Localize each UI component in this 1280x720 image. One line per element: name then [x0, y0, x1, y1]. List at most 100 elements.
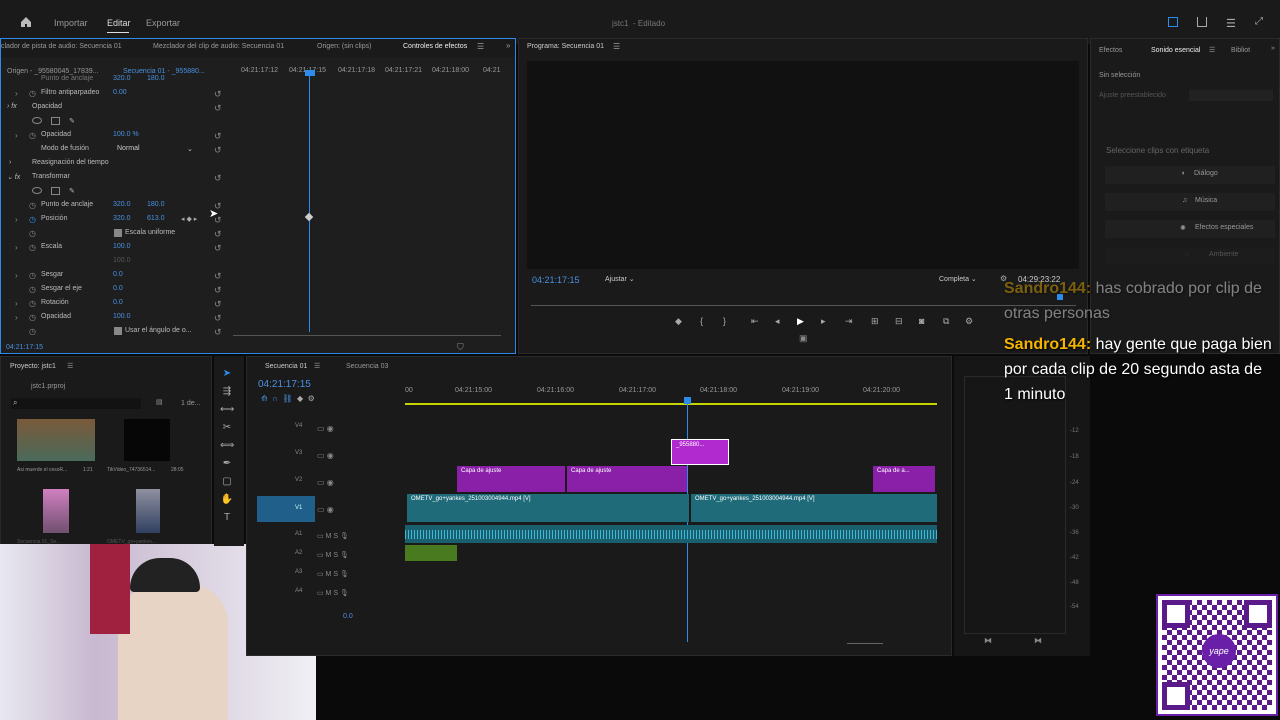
track-a4-label[interactable]: A4 [295, 588, 302, 594]
reset-icon[interactable]: ↺ [214, 89, 222, 100]
prop-val[interactable]: 0.0 [113, 299, 123, 306]
stopwatch-active-icon[interactable]: ◷ [29, 215, 36, 224]
ripple-edit-icon[interactable]: ⟷ [220, 404, 234, 416]
track-v4-label[interactable]: V4 [295, 423, 302, 429]
expand-icon[interactable]: › [15, 313, 18, 322]
stopwatch-icon[interactable]: ◷ [29, 201, 36, 210]
track-select-icon[interactable]: ⇶ [220, 386, 234, 398]
thumb-1[interactable] [17, 419, 95, 461]
razor-icon[interactable]: ✂ [220, 422, 234, 434]
prop-val[interactable]: 320.0 [113, 201, 131, 208]
expand-icon[interactable]: › [9, 159, 11, 166]
stopwatch-icon[interactable]: ◷ [29, 89, 36, 98]
timeline-playhead-handle[interactable] [684, 397, 691, 404]
prop-val[interactable]: 320.0 [113, 75, 131, 82]
program-menu-icon[interactable]: ☰ [613, 42, 620, 51]
tab-source[interactable]: Origen: (sin clips) [317, 43, 371, 50]
pen-icon[interactable]: ✎ [69, 117, 75, 125]
track-a1-label[interactable]: A1 [295, 531, 302, 537]
comparison-icon[interactable]: ⧉ [943, 316, 949, 327]
hand-tool-icon[interactable]: ✋ [220, 494, 234, 506]
a1-toggles[interactable]: ▭ M S 🎙 [317, 527, 349, 546]
v4-toggles[interactable]: ▭ ◉ [317, 415, 334, 442]
efectos-especiales-button[interactable]: ✺ Efectos especiales [1105, 220, 1275, 238]
nav-editar[interactable]: Editar [107, 18, 131, 28]
ec-playhead[interactable] [309, 70, 310, 332]
stopwatch-icon[interactable]: ◷ [29, 327, 36, 336]
pen-icon[interactable]: ✎ [69, 187, 75, 195]
expand-icon[interactable]: › [15, 215, 18, 224]
clip-adjustment-1[interactable]: Capa de ajuste [457, 466, 565, 492]
share-icon[interactable] [1197, 17, 1207, 27]
clip-v1-b[interactable]: OMETV_go+yankes_251003004944.mp4 [V] [691, 494, 937, 522]
prop-val[interactable]: 180.0 [147, 75, 165, 82]
pen-tool-icon[interactable]: ✒ [220, 458, 234, 470]
nav-importar[interactable]: Importar [54, 18, 88, 28]
group-opacidad[interactable]: Opacidad [32, 103, 62, 110]
stopwatch-icon[interactable]: ◷ [29, 313, 36, 322]
tab-efectos[interactable]: Efectos [1099, 47, 1122, 54]
track-v1-target[interactable] [257, 496, 315, 522]
track-v3-label[interactable]: V3 [295, 450, 302, 456]
a2-toggles[interactable]: ▭ M S 🎙 [317, 546, 349, 565]
linked-icon[interactable]: ⛓ [282, 394, 292, 403]
tab-bibliotecas[interactable]: Bibliot [1231, 47, 1250, 54]
solo-right-icon[interactable]: ⧓ [1034, 636, 1042, 645]
prop-val[interactable]: 613.0 [147, 215, 165, 222]
work-area-bar[interactable] [405, 403, 937, 405]
wrench-icon[interactable]: ⚙ [308, 394, 315, 403]
clip-v1-a[interactable]: OMETV_go+yankes_251003004944.mp4 [V] [407, 494, 689, 522]
reset-icon[interactable]: ↺ [214, 271, 222, 282]
type-tool-icon[interactable]: T [220, 512, 234, 524]
expand-icon[interactable]: › [15, 243, 18, 252]
go-to-out-icon[interactable]: ⇥ [845, 316, 853, 327]
clip-adjustment-3[interactable]: Capa de a... [873, 466, 935, 492]
reset-icon[interactable]: ↺ [214, 173, 222, 184]
source-clip-label[interactable]: Origen - _95580045_17839... [7, 68, 98, 75]
v1-toggles[interactable]: ▭ ◉ [317, 496, 334, 523]
quick-export-icon[interactable] [1168, 17, 1178, 27]
selection-tool-icon[interactable]: ➤ [220, 368, 234, 380]
program-scrubber[interactable] [531, 305, 1076, 306]
project-title[interactable]: Proyecto: jstc1 [10, 363, 56, 370]
expand-icon[interactable]: » [506, 41, 510, 50]
master-volume[interactable]: 0.0 [343, 613, 353, 620]
ec-playhead-handle[interactable] [305, 70, 315, 76]
timeline-ruler[interactable]: 00 04:21:15:00 04:21:16:00 04:21:17:00 0… [405, 383, 937, 405]
tab-menu-icon[interactable]: ☰ [477, 42, 484, 51]
tab-effect-controls[interactable]: Controles de efectos [403, 43, 467, 50]
snap-icon[interactable]: ∩ [272, 394, 278, 403]
checkbox-usar-angulo[interactable] [114, 327, 122, 335]
mask-ellipse-icon[interactable] [32, 187, 42, 194]
export-frame-icon[interactable]: ◙ [919, 316, 924, 326]
step-forward-icon[interactable]: ▸ [821, 316, 826, 327]
reset-icon[interactable]: ↺ [214, 299, 222, 310]
quality-select[interactable]: Completa ⌄ [939, 275, 977, 283]
program-timecode[interactable]: 04:21:17:15 [532, 275, 580, 285]
timeline-timecode[interactable]: 04:21:17:15 [258, 379, 311, 390]
stopwatch-icon[interactable]: ◷ [29, 271, 36, 280]
ec-timecode[interactable]: 04:21:17:15 [6, 344, 43, 351]
track-a2-label[interactable]: A2 [295, 550, 302, 556]
home-icon[interactable] [20, 16, 32, 28]
audio-waveform-a1[interactable] [405, 525, 937, 543]
marker-icon[interactable]: ◆ [297, 394, 303, 403]
checkbox-escala-uniforme[interactable] [114, 229, 122, 237]
prop-val[interactable]: 100.0 [113, 243, 131, 250]
tab-secuencia-01[interactable]: Secuencia 01 [265, 363, 307, 370]
fit-select[interactable]: Ajustar ⌄ [605, 275, 635, 283]
prop-val[interactable]: 0.0 [113, 271, 123, 278]
search-input[interactable]: ⌕ [11, 398, 141, 409]
expand-icon[interactable]: › [15, 131, 18, 140]
group-reasignacion[interactable]: Reasignación del tiempo [32, 159, 109, 166]
stopwatch-icon[interactable]: ◷ [29, 285, 36, 294]
expand-icon[interactable]: › [15, 271, 18, 280]
stopwatch-icon[interactable]: ◷ [29, 243, 36, 252]
mask-rect-icon[interactable] [51, 187, 60, 195]
reset-icon[interactable]: ↺ [214, 285, 222, 296]
stopwatch-icon[interactable]: › [15, 89, 18, 98]
tab-menu-icon[interactable]: ☰ [314, 362, 320, 370]
tab-secuencia-03[interactable]: Secuencia 03 [346, 363, 388, 370]
mark-in-icon[interactable]: { [700, 316, 703, 326]
a3-toggles[interactable]: ▭ M S 🎙 [317, 565, 349, 584]
